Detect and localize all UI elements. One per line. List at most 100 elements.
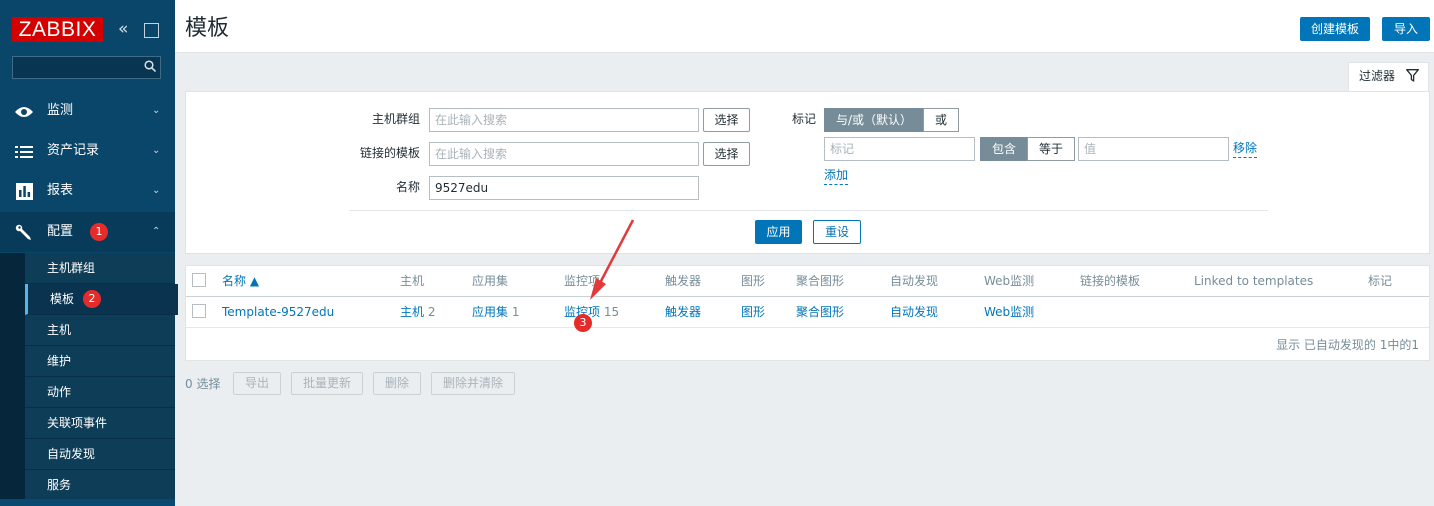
fullscreen-icon[interactable]: [144, 23, 159, 38]
export-button[interactable]: 导出: [233, 372, 281, 395]
funnel-icon: [1406, 69, 1419, 82]
selected-count: 0 选择: [185, 377, 221, 391]
hosts-cell: 主机 2: [400, 303, 435, 321]
submenu-label: 自动发现: [47, 447, 96, 461]
collapse-sidebar-icon[interactable]: «: [118, 20, 128, 38]
name-input[interactable]: [429, 176, 699, 200]
submenu-label: 关联项事件: [47, 416, 108, 430]
delete-button[interactable]: 删除: [373, 372, 421, 395]
configuration-submenu: 主机群组 模板 2 主机 维护 动作 关联项事件 自动发现 服务: [0, 253, 178, 506]
menu-inventory[interactable]: 资产记录 ⌄: [0, 131, 175, 171]
tags-andor-option[interactable]: 与/或（默认）: [824, 108, 924, 132]
applications-link[interactable]: 应用集: [472, 305, 508, 319]
triggers-cell: 触发器: [665, 303, 701, 321]
items-count: 15: [603, 305, 620, 319]
template-name-link[interactable]: Template-9527edu: [222, 303, 334, 321]
apply-button[interactable]: 应用: [755, 220, 802, 244]
header-divider: [175, 52, 1434, 53]
submenu-rail: [0, 253, 25, 506]
submenu-templates[interactable]: 模板 2: [25, 284, 178, 315]
name-label: 名称: [395, 180, 420, 194]
sidebar-footer: [0, 499, 175, 506]
create-template-button[interactable]: 创建模板: [1300, 17, 1370, 41]
select-all-checkbox[interactable]: [192, 273, 206, 287]
menu-label: 监测: [47, 103, 74, 118]
filter-divider: [349, 210, 1268, 211]
screens-link[interactable]: 聚合图形: [796, 305, 844, 319]
template-name[interactable]: Template-9527edu: [222, 305, 334, 319]
header-bar: [175, 0, 1434, 52]
submenu-label: 服务: [47, 478, 72, 492]
delete-and-clear-button[interactable]: 删除并清除: [431, 372, 515, 395]
row-divider: [186, 327, 1429, 328]
menu-label: 配置: [47, 224, 74, 239]
host-group-label: 主机群组: [371, 112, 420, 126]
submenu-services[interactable]: 服务: [25, 470, 175, 501]
templates-table: 名称 ▲ 主机 应用集 监控项 触发器 图形 聚合图形 自动发现 Web监测 链…: [185, 265, 1430, 361]
triggers-link[interactable]: 触发器: [665, 305, 701, 319]
menu-label: 报表: [47, 183, 74, 198]
column-header-name[interactable]: 名称 ▲: [222, 272, 259, 290]
filter-tab-label: 过滤器: [1359, 69, 1396, 83]
tag-value-input[interactable]: [1078, 137, 1229, 161]
eye-icon: [13, 91, 35, 131]
sidebar: ZABBIX « 监测 ⌄ 资产记录 ⌄ 报表 ⌄ 配置 1 ⌃ 主机群组 模板…: [0, 0, 178, 506]
step-2-badge: 2: [83, 290, 101, 308]
submenu-label: 主机群组: [47, 261, 96, 275]
applications-cell: 应用集 1: [472, 303, 519, 321]
menu-monitoring[interactable]: 监测 ⌄: [0, 91, 175, 131]
column-header-tags: 标记: [1368, 274, 1393, 288]
linked-templates-input[interactable]: [429, 142, 699, 166]
submenu-maintenance[interactable]: 维护: [25, 346, 175, 377]
import-button[interactable]: 导入: [1382, 17, 1430, 41]
tag-remove-link[interactable]: 移除: [1233, 139, 1258, 158]
reset-button[interactable]: 重设: [813, 220, 861, 244]
discovery-link[interactable]: 自动发现: [890, 305, 938, 319]
discovery-cell: 自动发现: [890, 303, 938, 321]
step-3-badge: 3: [574, 314, 592, 332]
submenu-host-groups[interactable]: 主机群组: [25, 253, 175, 284]
column-header-linked-templates: 链接的模板: [1080, 274, 1141, 288]
header-row-divider: [186, 296, 1429, 297]
menu-configuration[interactable]: 配置 1 ⌃: [0, 212, 175, 252]
filter-panel: 主机群组 选择 链接的模板 选择 名称 标记 与/或（默认） 或 包含 等于 移…: [185, 91, 1430, 254]
tag-contains-option[interactable]: 包含: [980, 137, 1028, 161]
column-header-discovery: 自动发现: [890, 274, 939, 288]
submenu-label: 模板: [50, 292, 75, 306]
graphs-link[interactable]: 图形: [741, 305, 765, 319]
tag-name-input[interactable]: [824, 137, 975, 161]
host-group-select-button[interactable]: 选择: [703, 108, 750, 132]
row-checkbox[interactable]: [192, 304, 206, 318]
chevron-down-icon: ⌄: [152, 185, 161, 196]
wrench-icon: [13, 212, 35, 252]
sidebar-search-input[interactable]: [12, 56, 161, 79]
search-icon[interactable]: [144, 60, 156, 72]
tags-label: 标记: [791, 112, 816, 126]
column-header-hosts: 主机: [400, 274, 425, 288]
submenu-event-correlation[interactable]: 关联项事件: [25, 408, 175, 439]
hosts-count: 2: [427, 305, 436, 319]
host-group-input[interactable]: [429, 108, 699, 132]
menu-reports[interactable]: 报表 ⌄: [0, 171, 175, 211]
submenu-hosts[interactable]: 主机: [25, 315, 175, 346]
step-1-badge: 1: [90, 223, 108, 241]
submenu-actions[interactable]: 动作: [25, 377, 175, 408]
chevron-down-icon: ⌄: [152, 105, 161, 116]
zabbix-logo[interactable]: ZABBIX: [12, 17, 103, 42]
submenu-discovery[interactable]: 自动发现: [25, 439, 175, 470]
web-link[interactable]: Web监测: [984, 305, 1034, 319]
list-icon: [13, 131, 35, 171]
column-header-items: 监控项: [564, 274, 601, 288]
tab-filter[interactable]: 过滤器: [1348, 62, 1429, 92]
submenu-label: 维护: [47, 354, 72, 368]
column-header-web: Web监测: [984, 274, 1035, 288]
tags-or-option[interactable]: 或: [923, 108, 959, 132]
mass-update-button[interactable]: 批量更新: [291, 372, 363, 395]
hosts-link[interactable]: 主机: [400, 305, 424, 319]
menu-label: 资产记录: [47, 143, 100, 158]
column-header-linked-to-templates: Linked to templates: [1194, 274, 1314, 288]
tag-add-link[interactable]: 添加: [824, 166, 849, 185]
tag-equals-option[interactable]: 等于: [1027, 137, 1075, 161]
linked-templates-select-button[interactable]: 选择: [703, 142, 750, 166]
items-cell: 监控项 15: [564, 303, 619, 321]
